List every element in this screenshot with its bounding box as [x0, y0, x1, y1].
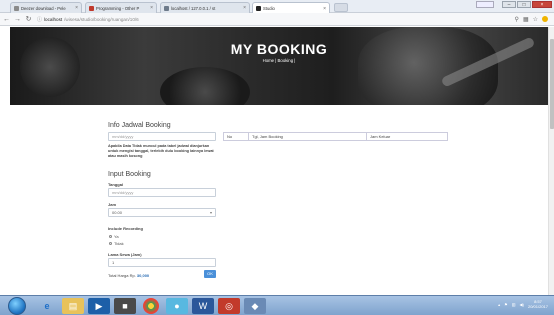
new-tab-button[interactable]	[334, 3, 348, 12]
page-content: MY BOOKING Home | Booking | Info Jadwal …	[0, 27, 548, 295]
close-window-icon[interactable]: ×	[532, 1, 552, 8]
scrollbar-thumb[interactable]	[550, 39, 554, 129]
app-icon[interactable]: ◆	[244, 298, 266, 314]
extension-badge-icon[interactable]	[542, 16, 548, 22]
breadcrumb[interactable]: Home | Booking |	[10, 58, 548, 63]
tab-close-icon[interactable]: ×	[323, 6, 326, 12]
tab-favicon-icon	[89, 5, 94, 11]
radio-yes[interactable]: Ya	[109, 234, 119, 239]
total-amount: 30,000	[136, 273, 150, 278]
tab-close-icon[interactable]: ×	[75, 5, 78, 11]
page-scrollbar[interactable]	[548, 27, 554, 295]
network-icon[interactable]: ▥	[512, 302, 516, 307]
lama-label: Lama Sewa (Jam)	[108, 252, 142, 257]
radio-icon	[109, 242, 112, 245]
browser-tab[interactable]: Programming - Other P ×	[85, 2, 157, 13]
jam-select-value: 00.00	[112, 210, 123, 215]
tab-close-icon[interactable]: ×	[150, 5, 153, 11]
input-section-title: Input Booking	[108, 171, 151, 178]
address-bar[interactable]: ⓘ localhost/wisesa/studio/booking/ruanga…	[37, 15, 515, 23]
hero-decoration	[160, 67, 250, 105]
browser-tab[interactable]: Deezer download - Pele ×	[10, 2, 82, 13]
start-button[interactable]	[8, 297, 26, 315]
recording-label: Include Recording	[108, 226, 143, 231]
back-icon[interactable]: ←	[2, 16, 11, 23]
tab-favicon-icon	[164, 5, 169, 11]
hero-banner: MY BOOKING Home | Booking |	[10, 27, 548, 105]
tray-arrow-icon[interactable]: ▴	[498, 302, 500, 307]
extension-icon[interactable]: ▦	[523, 16, 529, 23]
info-help-text: Apabila Data Tidak muncul pada tabel jad…	[108, 144, 214, 158]
file-explorer-icon[interactable]: ▤	[62, 298, 84, 314]
radio-yes-label: Ya	[114, 234, 119, 239]
app-icon[interactable]: ◎	[218, 298, 240, 314]
url-host: localhost	[44, 16, 63, 22]
table-header-booking: Tgl, Jam Booking	[249, 133, 367, 140]
browser-tab[interactable]: localhost / 127.0.0.1 / st ×	[160, 2, 250, 13]
radio-no-label: Tidak	[114, 241, 124, 246]
internet-explorer-icon[interactable]: e	[36, 298, 58, 314]
clock[interactable]: 8:57 20/01/2017	[528, 299, 548, 309]
forward-icon[interactable]: →	[13, 16, 22, 23]
schedule-table-header: No Tgl, Jam Booking Jam Keluar	[223, 132, 448, 141]
volume-icon[interactable]: ◀)	[520, 302, 524, 307]
tab-favicon-icon	[256, 6, 261, 11]
word-icon[interactable]: W	[192, 298, 214, 314]
tab-title: Programming - Other P	[96, 5, 140, 11]
tanggal-input[interactable]: mm/dd/yyyy	[108, 188, 216, 197]
star-icon[interactable]: ☆	[533, 16, 538, 23]
media-player-icon[interactable]: ▶	[88, 298, 110, 314]
tab-title: localhost / 127.0.0.1 / st	[171, 5, 216, 11]
info-section-title: Info Jadwal Booking	[108, 122, 171, 129]
info-date-input[interactable]: mm/dd/yyyy	[108, 132, 216, 141]
tab-title: Studio	[263, 6, 275, 11]
user-profile-icon[interactable]	[476, 1, 494, 8]
browser-toolbar: ← → ↻ ⓘ localhost/wisesa/studio/booking/…	[0, 13, 554, 26]
radio-no[interactable]: Tidak	[109, 241, 124, 246]
chevron-down-icon: ▾	[209, 210, 212, 215]
total-label: Total Harga Rp.	[108, 273, 136, 278]
table-header-checkout: Jam Keluar	[370, 134, 391, 139]
clock-date: 20/01/2017	[527, 304, 548, 309]
tab-title: Deezer download - Pele	[21, 5, 66, 11]
chrome-icon[interactable]	[143, 298, 159, 314]
table-header-no: No	[224, 133, 249, 140]
tanggal-label: Tanggal	[108, 182, 124, 187]
flag-icon[interactable]: ⚑	[504, 302, 508, 307]
reload-icon[interactable]: ↻	[24, 15, 33, 23]
info-icon: ⓘ	[37, 16, 43, 23]
total-price: Total Harga Rp. 30,000	[108, 273, 149, 278]
browser-tab-strip: Deezer download - Pele × Programming - O…	[0, 0, 554, 14]
maximize-icon[interactable]: □	[517, 1, 531, 8]
jam-select[interactable]: 00.00 ▾	[108, 208, 216, 217]
url-path: /wisesa/studio/booking/ruangan/10/6	[64, 16, 139, 22]
jam-label: Jam	[108, 202, 117, 207]
system-tray: ▴ ⚑ ▥ ◀) 8:57 20/01/2017	[498, 299, 548, 309]
app-icon[interactable]: ●	[166, 298, 188, 314]
ok-button[interactable]: OK	[204, 270, 216, 278]
zoom-icon[interactable]: ⚲	[515, 16, 519, 23]
minimize-icon[interactable]: –	[502, 1, 516, 8]
taskbar: e ▤ ▶ ■ ● W ◎ ◆ ▴ ⚑ ▥ ◀) 8:57 20/01/2017	[0, 295, 554, 315]
tab-close-icon[interactable]: ×	[243, 5, 246, 11]
page-title: MY BOOKING	[230, 41, 328, 57]
lama-input[interactable]: 1	[108, 258, 216, 267]
app-icon[interactable]: ■	[114, 298, 136, 314]
radio-icon	[109, 235, 112, 238]
window-controls: – □ ×	[502, 1, 552, 8]
tab-favicon-icon	[14, 5, 19, 11]
